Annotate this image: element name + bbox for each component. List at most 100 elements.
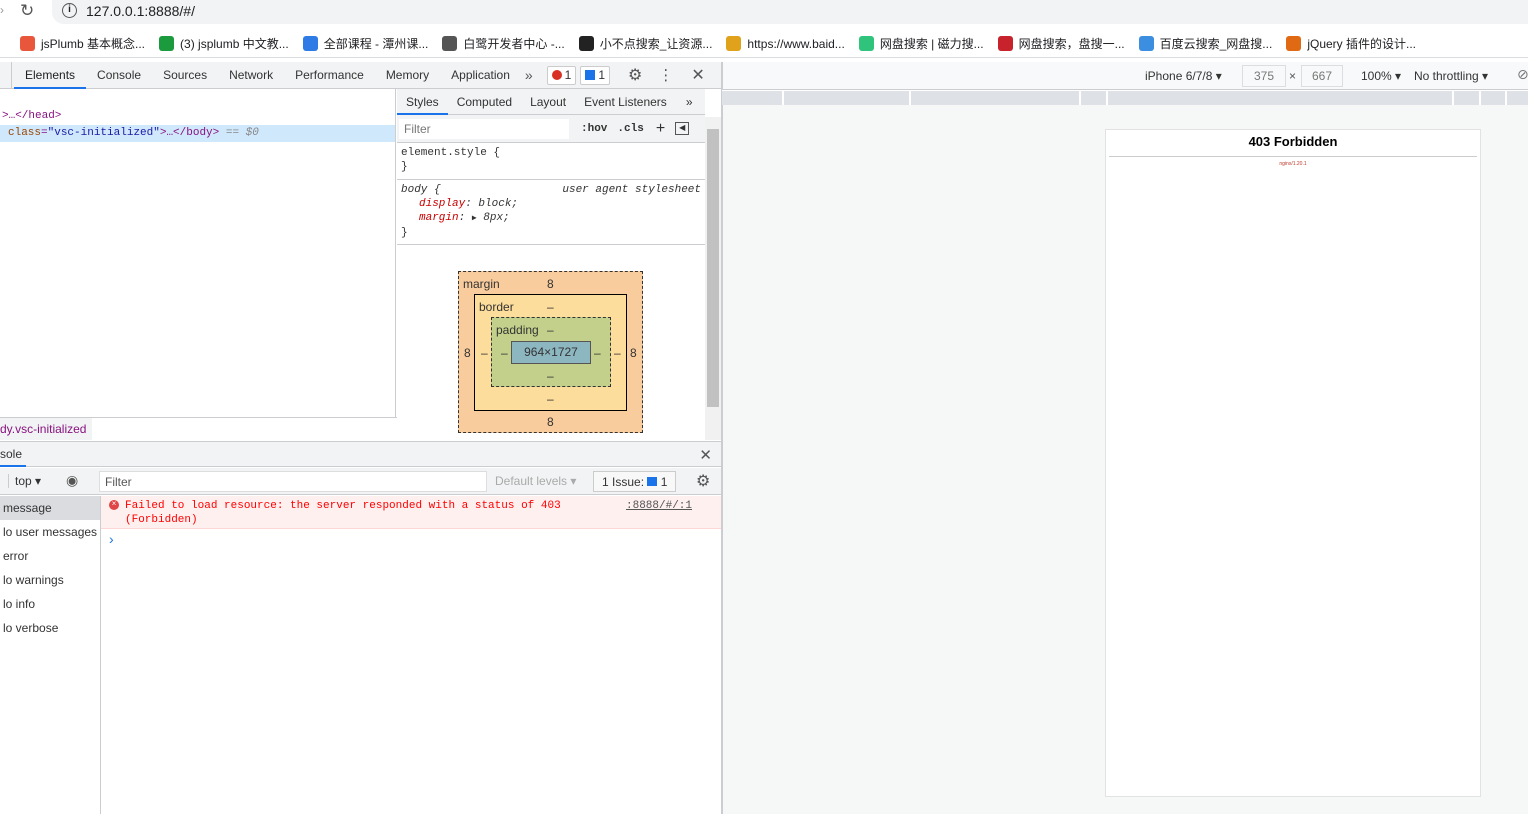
device-toolbar: iPhone 6/7/8 ▾ 375 × 667 100% ▾ No throt… xyxy=(722,62,1528,90)
expand-triangle-icon[interactable]: ▶ xyxy=(472,214,477,223)
console-prompt[interactable]: › xyxy=(109,531,709,547)
media-query-bar[interactable] xyxy=(722,91,1528,105)
zoom-select[interactable]: 100% ▾ xyxy=(1361,69,1401,83)
new-rule-icon[interactable]: + xyxy=(656,120,665,138)
console-filter-input[interactable]: Filter xyxy=(99,471,487,492)
bookmarks-bar: jsPlumb 基本概念... (3) jsplumb 中文教... 全部课程 - … xyxy=(0,30,1528,58)
bookmark-item[interactable]: 百度云搜索_网盘搜... xyxy=(1138,35,1272,52)
emulated-page: 403 Forbidden nginx/1.20.1 xyxy=(1105,129,1481,797)
body-style-rule[interactable]: body { user agent stylesheet display: bl… xyxy=(397,180,705,245)
more-tabs-icon[interactable]: » xyxy=(525,67,533,83)
issue-icon xyxy=(647,477,658,486)
jian-icon xyxy=(20,36,35,51)
console-sidebar-item[interactable]: lo user messages xyxy=(0,520,100,544)
console-settings-icon[interactable]: ⚙ xyxy=(696,471,710,491)
tab-sources[interactable]: Sources xyxy=(152,62,218,89)
bookmark-label: 网盘搜索，盘搜一... xyxy=(1018,37,1125,51)
bookmark-item[interactable]: (3) jsplumb 中文教... xyxy=(159,35,289,52)
box-model-content[interactable]: 964×1727 xyxy=(511,341,591,364)
bookmark-item[interactable]: jQuery 插件的设计... xyxy=(1286,35,1416,52)
dom-body-node[interactable]: class="vsc-initialized">…</body> == $0 xyxy=(0,125,395,142)
bookmark-item[interactable]: jsPlumb 基本概念... xyxy=(20,35,145,52)
console-sidebar-item[interactable]: lo verbose xyxy=(0,616,100,640)
kebab-menu-icon[interactable]: ⋮ xyxy=(658,66,673,84)
issues-badge[interactable]: 1 xyxy=(580,65,611,85)
device-select[interactable]: iPhone 6/7/8 ▾ xyxy=(1145,69,1222,83)
bookmark-item[interactable]: 全部课程 - 潭州课... xyxy=(302,35,428,52)
hov-button[interactable]: :hov xyxy=(581,123,607,135)
penguin-icon xyxy=(578,36,594,51)
margin-bottom-value: 8 xyxy=(547,415,554,429)
issues-button[interactable]: 1 Issue: 1 xyxy=(593,471,677,492)
styles-tab-event-listeners[interactable]: Event Listeners xyxy=(575,89,676,115)
console-sidebar-item[interactable]: error xyxy=(0,544,100,568)
element-style-rule[interactable]: element.style { } xyxy=(397,143,705,180)
device-height-input[interactable]: 667 xyxy=(1301,65,1343,87)
bookmark-label: 白鹭开发者中心 -... xyxy=(463,37,565,51)
styles-tab-styles[interactable]: Styles xyxy=(397,89,448,115)
throttling-select[interactable]: No throttling ▾ xyxy=(1414,69,1488,83)
tab-console-drawer[interactable]: sole xyxy=(0,442,27,467)
settings-gear-icon[interactable]: ⚙ xyxy=(628,65,642,85)
styles-filter-input[interactable]: Filter xyxy=(399,118,569,139)
console-toolbar: top ▾ ◉ Filter Default levels ▾ 1 Issue:… xyxy=(0,468,722,495)
console-sidebar-item[interactable]: lo warnings xyxy=(0,568,100,592)
url-text: 127.0.0.1:8888/#/ xyxy=(86,3,195,19)
bookmark-label: 小不点搜索_让资源... xyxy=(599,37,713,51)
reload-icon[interactable]: ↻ xyxy=(20,1,34,21)
devtools-tab-bar: Elements Console Sources Network Performance… xyxy=(0,61,722,89)
styles-scrollbar[interactable] xyxy=(705,117,721,440)
bookmark-item[interactable]: 白鹭开发者中心 -... xyxy=(442,35,565,52)
log-levels-dropdown[interactable]: Default levels ▾ xyxy=(495,474,576,488)
error-icon: × xyxy=(109,500,119,510)
console-sidebar-item[interactable]: lo info xyxy=(0,592,100,616)
flower-icon xyxy=(1286,36,1302,51)
tab-elements[interactable]: Elements xyxy=(14,62,87,89)
error-icon xyxy=(551,70,562,80)
bookmark-label: jsPlumb 基本概念... xyxy=(41,37,146,51)
dom-head-node[interactable]: >…</head> xyxy=(0,108,395,125)
bag-icon xyxy=(858,36,874,51)
bookmark-item[interactable]: 小不点搜索_让资源... xyxy=(578,35,713,52)
error-source-link[interactable]: :8888/#/:1 xyxy=(626,499,692,513)
tab-network[interactable]: Network xyxy=(218,62,284,89)
chrome-icon xyxy=(726,36,742,51)
more-style-tabs-icon[interactable]: » xyxy=(686,95,693,109)
bookmark-item[interactable]: 网盘搜索 | 磁力搜... xyxy=(858,35,984,52)
cls-button[interactable]: .cls xyxy=(617,123,643,135)
tab-console[interactable]: Console xyxy=(86,62,152,89)
rotate-icon[interactable]: ⊘ xyxy=(1517,66,1528,83)
device-width-input[interactable]: 375 xyxy=(1242,65,1286,87)
console-error-message: × Failed to load resource: the server re… xyxy=(101,496,722,529)
toggle-sidebar-icon[interactable]: ◀ xyxy=(675,122,690,135)
stylesheet-source: user agent stylesheet xyxy=(562,184,701,196)
styles-tab-computed[interactable]: Computed xyxy=(448,89,521,115)
console-sidebar: message lo user messages error lo warnings l… xyxy=(0,496,101,814)
tab-application[interactable]: Application xyxy=(440,62,521,89)
back-icon[interactable]: › xyxy=(0,3,4,17)
page-title: 403 Forbidden xyxy=(1248,134,1338,149)
styles-tab-layout[interactable]: Layout xyxy=(521,89,575,115)
context-select[interactable]: top ▾ xyxy=(8,474,41,488)
error-badge[interactable]: 1 xyxy=(546,65,577,85)
sf-icon xyxy=(159,36,175,51)
bookmark-item[interactable]: 网盘搜索，盘搜一... xyxy=(997,35,1125,52)
bookmark-item[interactable]: https://www.baid... xyxy=(726,36,845,51)
bookmark-label: https://www.baid... xyxy=(747,36,845,51)
breadcrumb-item-body[interactable]: dy.vsc-initialized xyxy=(0,418,93,440)
server-version: nginx/1.20.1 xyxy=(1279,161,1307,167)
console-sidebar-item[interactable]: message xyxy=(0,496,100,520)
dom-tree: >…</head> class="vsc-initialized">…</bod… xyxy=(0,89,396,417)
close-drawer-icon[interactable]: ✕ xyxy=(699,446,712,464)
margin-right-value: 8 xyxy=(630,346,637,360)
bookmark-label: (3) jsplumb 中文教... xyxy=(180,37,289,51)
close-devtools-icon[interactable]: ✕ xyxy=(691,65,704,85)
tab-performance[interactable]: Performance xyxy=(284,62,375,89)
q-icon xyxy=(997,36,1013,51)
address-bar[interactable]: i 127.0.0.1:8888/#/ xyxy=(52,0,1528,24)
breadcrumb: dy.vsc-initialized xyxy=(0,417,397,440)
cloud-icon xyxy=(1138,36,1154,51)
info-icon[interactable]: i xyxy=(62,3,77,18)
eye-icon[interactable]: ◉ xyxy=(66,472,78,489)
tab-memory[interactable]: Memory xyxy=(375,62,440,89)
